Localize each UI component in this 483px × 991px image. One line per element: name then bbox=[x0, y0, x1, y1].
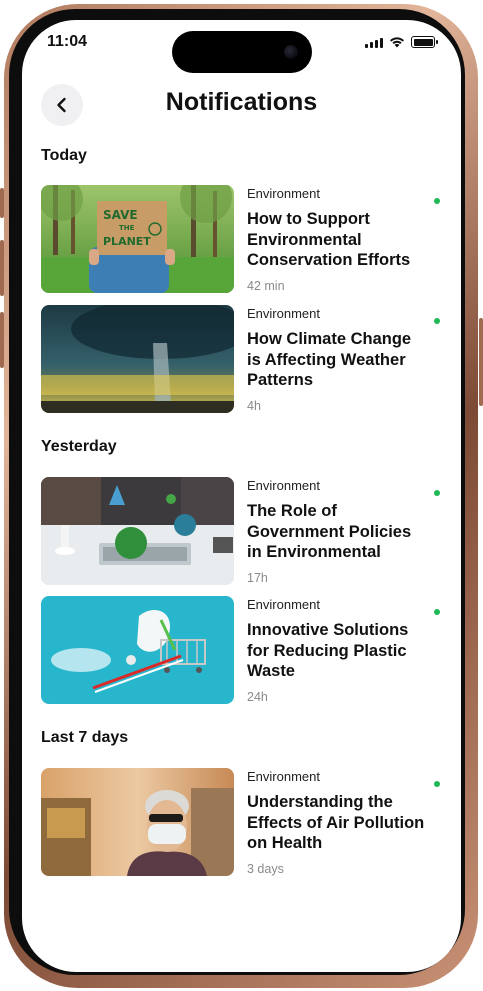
section-heading-today: Today bbox=[41, 147, 87, 164]
article-thumbnail bbox=[41, 768, 234, 876]
cellular-signal-icon bbox=[365, 37, 383, 48]
category-label: Environment bbox=[247, 597, 320, 612]
svg-text:SAVE: SAVE bbox=[103, 208, 138, 222]
notification-title: How Climate Change is Affecting Weather … bbox=[247, 330, 412, 389]
timestamp: 4h bbox=[247, 399, 261, 413]
front-camera bbox=[284, 45, 298, 59]
action-button bbox=[0, 188, 4, 218]
article-thumbnail bbox=[41, 596, 234, 704]
notification-item[interactable]: Environment How Climate Change is Affect… bbox=[41, 305, 441, 413]
unread-indicator bbox=[434, 198, 440, 204]
timestamp: 42 min bbox=[247, 279, 285, 293]
section-heading-last-7-days: Last 7 days bbox=[41, 729, 129, 746]
status-icons bbox=[365, 36, 438, 48]
status-bar: 11:04 bbox=[22, 20, 461, 73]
volume-down-button bbox=[0, 312, 4, 368]
notification-item[interactable]: Environment The Role of Government Polic… bbox=[41, 477, 441, 585]
unread-indicator bbox=[434, 318, 440, 324]
notification-item[interactable]: SAVE THE PLANET Environment How to Suppo… bbox=[41, 185, 441, 293]
article-thumbnail: SAVE THE PLANET bbox=[41, 185, 234, 293]
notification-title: Innovative Solutions for Reducing Plasti… bbox=[247, 621, 409, 680]
notification-item[interactable]: Environment Innovative Solutions for Red… bbox=[41, 596, 441, 704]
article-thumbnail bbox=[41, 305, 234, 413]
power-button bbox=[479, 318, 483, 406]
dynamic-island bbox=[172, 31, 312, 73]
notification-item[interactable]: Environment Understanding the Effects of… bbox=[41, 768, 441, 876]
category-label: Environment bbox=[247, 186, 320, 201]
category-label: Environment bbox=[247, 478, 320, 493]
unread-indicator bbox=[434, 781, 440, 787]
timestamp: 17h bbox=[247, 571, 268, 585]
status-time: 11:04 bbox=[47, 33, 88, 50]
wifi-icon bbox=[390, 37, 404, 48]
unread-indicator bbox=[434, 490, 440, 496]
notification-title: How to Support Environmental Conservatio… bbox=[247, 210, 411, 269]
category-label: Environment bbox=[247, 769, 320, 784]
volume-up-button bbox=[0, 240, 4, 296]
svg-text:THE: THE bbox=[119, 224, 135, 232]
battery-icon bbox=[411, 36, 438, 48]
svg-text:PLANET: PLANET bbox=[103, 235, 151, 248]
article-thumbnail bbox=[41, 477, 234, 585]
category-label: Environment bbox=[247, 306, 320, 321]
timestamp: 3 days bbox=[247, 862, 284, 876]
notification-title: The Role of Government Policies in Envir… bbox=[247, 502, 412, 561]
section-heading-yesterday: Yesterday bbox=[41, 438, 117, 455]
unread-indicator bbox=[434, 609, 440, 615]
header: Notifications bbox=[22, 82, 461, 128]
screen: 11:04 Notifications Today SAVE THE PLANE… bbox=[22, 20, 461, 972]
page-title: Notifications bbox=[165, 88, 318, 116]
notification-title: Understanding the Effects of Air Polluti… bbox=[247, 793, 425, 852]
timestamp: 24h bbox=[247, 690, 268, 704]
